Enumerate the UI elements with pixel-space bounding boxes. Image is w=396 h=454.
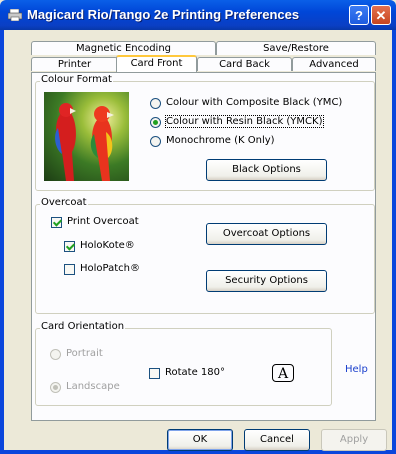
radio-composite-black[interactable] [150,98,161,109]
tab-advanced[interactable]: Advanced [292,57,376,71]
holokote-checkbox[interactable] [64,241,75,252]
radio-portrait[interactable] [50,349,61,360]
print-overcoat-label: Print Overcoat [67,216,139,227]
print-overcoat-checkbox[interactable] [51,217,62,228]
holopatch-label: HoloPatch® [80,263,140,274]
composite-black-label: Colour with Composite Black (YMC) [166,97,343,108]
tab-magnetic-encoding[interactable]: Magnetic Encoding [31,41,216,55]
tab-save-restore[interactable]: Save/Restore [216,41,376,55]
card-orientation-legend: Card Orientation [40,321,126,332]
radio-monochrome[interactable] [150,136,161,147]
radio-landscape[interactable] [50,382,61,393]
overcoat-legend: Overcoat [40,197,88,208]
printing-preferences-dialog: Magicard Rio/Tango 2e Printing Preferenc… [0,0,396,454]
window-title: Magicard Rio/Tango 2e Printing Preferenc… [27,7,300,22]
window-frame-left [0,30,4,454]
rotate-180-label: Rotate 180° [165,367,226,378]
tab-printer[interactable]: Printer [31,57,118,71]
rotate-180-checkbox[interactable] [149,368,160,379]
portrait-label: Portrait [66,348,103,359]
security-options-button[interactable]: Security Options [206,270,327,292]
help-link[interactable]: Help [345,364,368,375]
orientation-preview-icon: A [272,364,294,382]
cancel-button[interactable]: Cancel [244,429,310,451]
close-button[interactable]: ✕ [371,5,391,25]
tab-card-back[interactable]: Card Back [197,57,292,71]
radio-resin-black[interactable] [150,117,161,128]
parrots-image [44,92,129,181]
monochrome-label: Monochrome (K Only) [166,135,275,146]
landscape-label: Landscape [66,381,120,392]
ok-button[interactable]: OK [167,429,233,451]
window-frame-right [392,30,396,454]
apply-button[interactable]: Apply [321,429,387,451]
holokote-label: HoloKote® [80,240,135,251]
black-options-button[interactable]: Black Options [206,159,327,181]
overcoat-options-button[interactable]: Overcoat Options [206,223,327,245]
title-bar[interactable]: Magicard Rio/Tango 2e Printing Preferenc… [0,0,396,30]
printer-icon [8,9,22,21]
tab-card-front[interactable]: Card Front [116,55,197,72]
resin-black-label: Colour with Resin Black (YMCK) [165,115,324,128]
help-button[interactable]: ? [349,5,369,25]
colour-format-legend: Colour Format [40,74,113,85]
holopatch-checkbox[interactable] [64,264,75,275]
